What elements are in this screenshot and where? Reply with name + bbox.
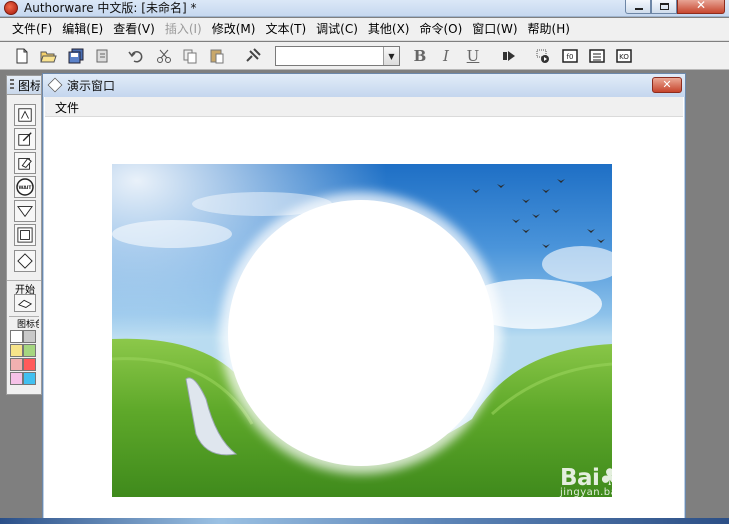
grip-icon[interactable] (10, 79, 14, 91)
palette-header[interactable]: 图标 (7, 76, 41, 95)
color-swatch[interactable] (23, 372, 36, 385)
menu-insert[interactable]: 插入(I) (161, 18, 208, 41)
play-icon[interactable] (499, 46, 519, 66)
menu-text[interactable]: 文本(T) (261, 18, 312, 41)
scene-image (112, 164, 612, 497)
variable-icon[interactable] (587, 46, 607, 66)
navigate-icon[interactable] (14, 200, 36, 222)
color-swatch[interactable] (10, 358, 23, 371)
open-folder-icon[interactable] (38, 46, 58, 66)
menu-file[interactable]: 文件(F) (8, 18, 58, 41)
start-flag-icon[interactable] (14, 294, 36, 312)
erase-icon[interactable] (14, 152, 36, 174)
wait-label: WAIT (19, 185, 33, 191)
copy-icon[interactable] (180, 46, 200, 66)
maximize-button[interactable] (651, 0, 677, 14)
knowledge-object-icon[interactable]: KO (614, 46, 634, 66)
color-swatch[interactable] (23, 330, 36, 343)
underline-button[interactable]: U (463, 46, 483, 66)
authorware-app-icon (4, 1, 18, 15)
decision-icon[interactable] (14, 250, 36, 272)
menu-other[interactable]: 其他(X) (364, 18, 416, 41)
save-all-icon[interactable] (66, 46, 86, 66)
control-panel-icon[interactable] (533, 46, 553, 66)
palette-start-label: 开始 (7, 280, 41, 296)
presentation-titlebar[interactable]: 演示窗口 ✕ (43, 74, 685, 97)
presentation-window-icon (47, 77, 63, 93)
color-swatch[interactable] (10, 372, 23, 385)
menu-modify[interactable]: 修改(M) (208, 18, 262, 41)
menu-help[interactable]: 帮助(H) (524, 18, 576, 41)
new-file-icon[interactable] (12, 46, 32, 66)
color-swatch[interactable] (10, 344, 23, 357)
italic-button[interactable]: I (436, 46, 456, 66)
baidu-jingyan-watermark: Bai♣经验 jingyan.baidu.com (560, 458, 720, 508)
close-icon: ✕ (695, 0, 707, 12)
color-swatch[interactable] (10, 330, 23, 343)
presentation-window: 演示窗口 ✕ 文件 (42, 73, 686, 524)
close-button[interactable]: ✕ (677, 0, 725, 14)
main-toolbar: ▼ B I U f0 KO (0, 42, 729, 70)
menu-view[interactable]: 查看(V) (109, 18, 161, 41)
app-titlebar: Authorware 中文版: [未命名] * ✕ (0, 0, 729, 17)
menu-debug[interactable]: 调试(C) (312, 18, 364, 41)
white-circle-mask (228, 200, 494, 466)
minimize-icon (635, 8, 643, 10)
menu-edit[interactable]: 编辑(E) (58, 18, 109, 41)
function-icon[interactable]: f0 (560, 46, 580, 66)
svg-text:KO: KO (619, 53, 629, 61)
svg-text:f0: f0 (567, 53, 574, 61)
minimize-button[interactable] (625, 0, 651, 14)
taskbar-strip (0, 518, 729, 524)
font-select[interactable]: ▼ (275, 46, 400, 66)
presentation-close-button[interactable]: ✕ (652, 77, 682, 93)
wait-icon[interactable]: WAIT (14, 176, 36, 198)
presentation-menubar: 文件 (45, 97, 683, 117)
maximize-icon (660, 3, 669, 10)
menu-command[interactable]: 命令(O) (415, 18, 468, 41)
paste-icon[interactable] (207, 46, 227, 66)
app-title: Authorware 中文版: [未命名] * (24, 1, 197, 15)
menu-window[interactable]: 窗口(W) (468, 18, 523, 41)
import-icon[interactable] (92, 46, 112, 66)
main-menubar: 文件(F) 编辑(E) 查看(V) 插入(I) 修改(M) 文本(T) 调试(C… (0, 18, 729, 41)
palette-title: 图标 (18, 79, 40, 93)
watermark-url: jingyan.baidu.com (560, 487, 661, 498)
color-swatch[interactable] (23, 344, 36, 357)
presentation-menu-file[interactable]: 文件 (55, 99, 79, 116)
presentation-title: 演示窗口 (67, 79, 116, 93)
undo-icon[interactable] (126, 46, 146, 66)
desktop-background (688, 72, 729, 524)
bold-button[interactable]: B (410, 46, 430, 66)
find-icon[interactable] (243, 46, 263, 66)
palette-color-label: 图标色彩 (9, 316, 39, 328)
framework-icon[interactable] (14, 224, 36, 246)
display-icon[interactable] (14, 104, 36, 126)
color-swatch[interactable] (23, 358, 36, 371)
motion-icon[interactable] (14, 128, 36, 150)
chevron-down-icon[interactable]: ▼ (383, 47, 399, 65)
cut-icon[interactable] (154, 46, 174, 66)
icon-palette: 图标 WAIT 开始 图标色彩 (6, 75, 42, 395)
